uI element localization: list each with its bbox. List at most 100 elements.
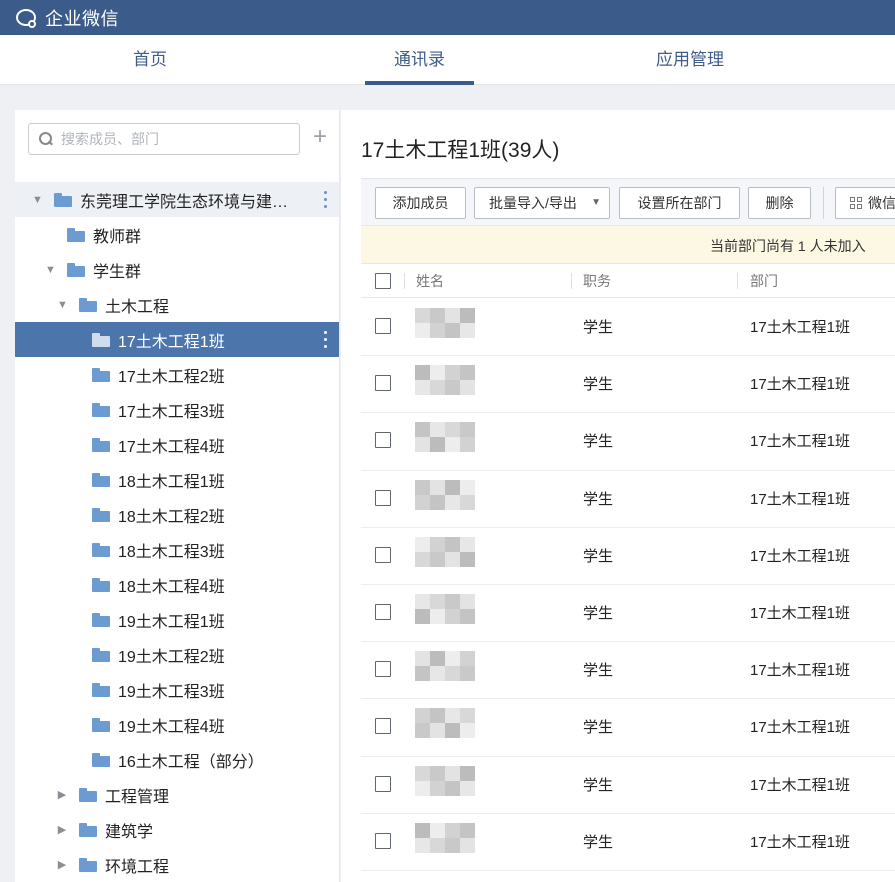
column-divider	[737, 273, 738, 289]
collapse-arrow-icon[interactable]: ▶	[57, 858, 67, 871]
member-department: 17土木工程1班	[750, 719, 851, 737]
column-header-department[interactable]: 部门	[750, 264, 778, 298]
tab-app-management[interactable]: 应用管理	[630, 35, 750, 85]
tree-item-label: 18土木工程4班	[118, 578, 225, 596]
column-divider	[571, 273, 572, 289]
table-row[interactable]: 学生 17土木工程1班	[361, 413, 895, 471]
folder-icon	[79, 822, 97, 837]
tree-item-label: 17土木工程2班	[118, 368, 225, 386]
folder-icon	[54, 192, 72, 207]
expand-arrow-icon[interactable]: ▼	[32, 194, 43, 206]
batch-import-export-button[interactable]: 批量导入/导出 ▼	[474, 187, 610, 219]
blurred-member-name	[415, 308, 475, 338]
search-icon	[39, 132, 53, 146]
tree-item-label: 环境工程	[105, 858, 170, 876]
tree-item[interactable]: 17土木工程3班	[15, 392, 339, 427]
delete-button[interactable]: 删除	[748, 187, 811, 219]
more-options-icon[interactable]	[324, 331, 328, 348]
more-options-icon[interactable]	[324, 191, 328, 208]
tree-item[interactable]: 17土木工程1班	[15, 322, 339, 357]
tab-home[interactable]: 首页	[100, 35, 200, 85]
tree-item-label: 19土木工程2班	[118, 648, 225, 666]
tree-item[interactable]: 19土木工程3班	[15, 672, 339, 707]
tree-item[interactable]: ▶ 建筑学	[15, 812, 339, 847]
tree-item-label: 19土木工程1班	[118, 613, 225, 631]
wechat-button[interactable]: 微信	[835, 187, 895, 219]
member-role: 学生	[583, 604, 614, 622]
collapse-arrow-icon[interactable]: ▶	[57, 788, 67, 801]
tree-item[interactable]: 19土木工程2班	[15, 637, 339, 672]
select-all-checkbox[interactable]	[375, 273, 391, 289]
tree-item[interactable]: 18土木工程4班	[15, 567, 339, 602]
expand-arrow-icon[interactable]: ▼	[45, 264, 56, 276]
table-row[interactable]: 学生 17土木工程1班	[361, 356, 895, 414]
tree-item-label: 工程管理	[105, 788, 170, 806]
member-department: 17土木工程1班	[750, 319, 851, 336]
search-box[interactable]	[28, 123, 300, 155]
column-header-role[interactable]: 职务	[583, 264, 611, 298]
column-header-name[interactable]: 姓名	[416, 264, 444, 298]
tree-item[interactable]: 教师群	[15, 217, 339, 252]
tree-item[interactable]: 18土木工程3班	[15, 532, 339, 567]
table-row[interactable]: 学生 17土木工程1班	[361, 814, 895, 871]
app-header: 企业微信	[0, 0, 895, 35]
row-checkbox[interactable]	[375, 718, 391, 735]
collapse-arrow-icon[interactable]: ▶	[57, 823, 67, 836]
table-row[interactable]: 学生 17土木工程1班	[361, 642, 895, 700]
member-table-body: 学生 17土木工程1班 学生 17土木工程1班 学生 17土木工程1班 学生 17土木工程1班…	[361, 299, 895, 871]
blurred-member-name	[415, 365, 475, 396]
row-checkbox[interactable]	[375, 546, 391, 563]
folder-icon	[92, 402, 110, 417]
member-role: 学生	[583, 776, 614, 794]
row-checkbox[interactable]	[375, 318, 391, 334]
row-checkbox[interactable]	[375, 661, 391, 678]
row-checkbox[interactable]	[375, 489, 391, 506]
tree-item[interactable]: ▼ 东莞理工学院生态环境与建…	[15, 182, 339, 217]
member-department: 17土木工程1班	[750, 547, 851, 565]
page-title: 17土木工程1班(39人)	[361, 139, 560, 162]
folder-icon	[92, 682, 110, 697]
tree-item[interactable]: ▼ 土木工程	[15, 287, 339, 322]
chat-bubble-logo-icon	[14, 7, 42, 29]
tree-item-label: 18土木工程2班	[118, 508, 225, 526]
folder-icon	[79, 787, 97, 802]
tree-item[interactable]: 19土木工程1班	[15, 602, 339, 637]
tree-item[interactable]: ▶ 环境工程	[15, 847, 339, 882]
row-checkbox[interactable]	[375, 603, 391, 620]
table-row[interactable]: 学生 17土木工程1班	[361, 299, 895, 357]
tree-item[interactable]: ▼ 学生群	[15, 252, 339, 287]
table-row[interactable]: 学生 17土木工程1班	[361, 585, 895, 643]
search-input[interactable]	[61, 131, 281, 147]
set-department-button[interactable]: 设置所在部门	[619, 187, 740, 219]
expand-arrow-icon[interactable]: ▼	[57, 299, 68, 311]
member-department: 17土木工程1班	[750, 433, 851, 451]
table-row[interactable]: 学生 17土木工程1班	[361, 699, 895, 757]
tab-contacts[interactable]: 通讯录	[365, 35, 474, 85]
add-member-button[interactable]: 添加成员	[375, 187, 466, 219]
folder-icon	[67, 227, 85, 242]
tree-item-label: 16土木工程（部分）	[118, 753, 264, 771]
tree-item[interactable]: 18土木工程1班	[15, 462, 339, 497]
row-checkbox[interactable]	[375, 832, 391, 849]
table-row[interactable]: 学生 17土木工程1班	[361, 757, 895, 814]
row-checkbox[interactable]	[375, 375, 391, 392]
member-role: 学生	[583, 376, 614, 394]
row-checkbox[interactable]	[375, 775, 391, 792]
tree-item-label: 教师群	[93, 228, 142, 246]
member-department: 17土木工程1班	[750, 776, 851, 794]
tree-item[interactable]: 17土木工程4班	[15, 427, 339, 462]
tree-item[interactable]: ▶ 工程管理	[15, 777, 339, 812]
folder-icon	[67, 262, 85, 277]
app-brand: 企业微信	[45, 8, 119, 29]
tree-item[interactable]: 17土木工程2班	[15, 357, 339, 392]
main-nav: 首页 通讯录 应用管理	[0, 35, 895, 85]
table-row[interactable]: 学生 17土木工程1班	[361, 471, 895, 528]
plus-icon[interactable]: +	[310, 125, 330, 150]
tree-item[interactable]: 18土木工程2班	[15, 497, 339, 532]
folder-icon	[92, 612, 110, 627]
tree-item[interactable]: 19土木工程4班	[15, 707, 339, 742]
folder-icon	[92, 717, 110, 732]
row-checkbox[interactable]	[375, 432, 391, 449]
tree-item[interactable]: 16土木工程（部分）	[15, 742, 339, 777]
table-row[interactable]: 学生 17土木工程1班	[361, 528, 895, 585]
